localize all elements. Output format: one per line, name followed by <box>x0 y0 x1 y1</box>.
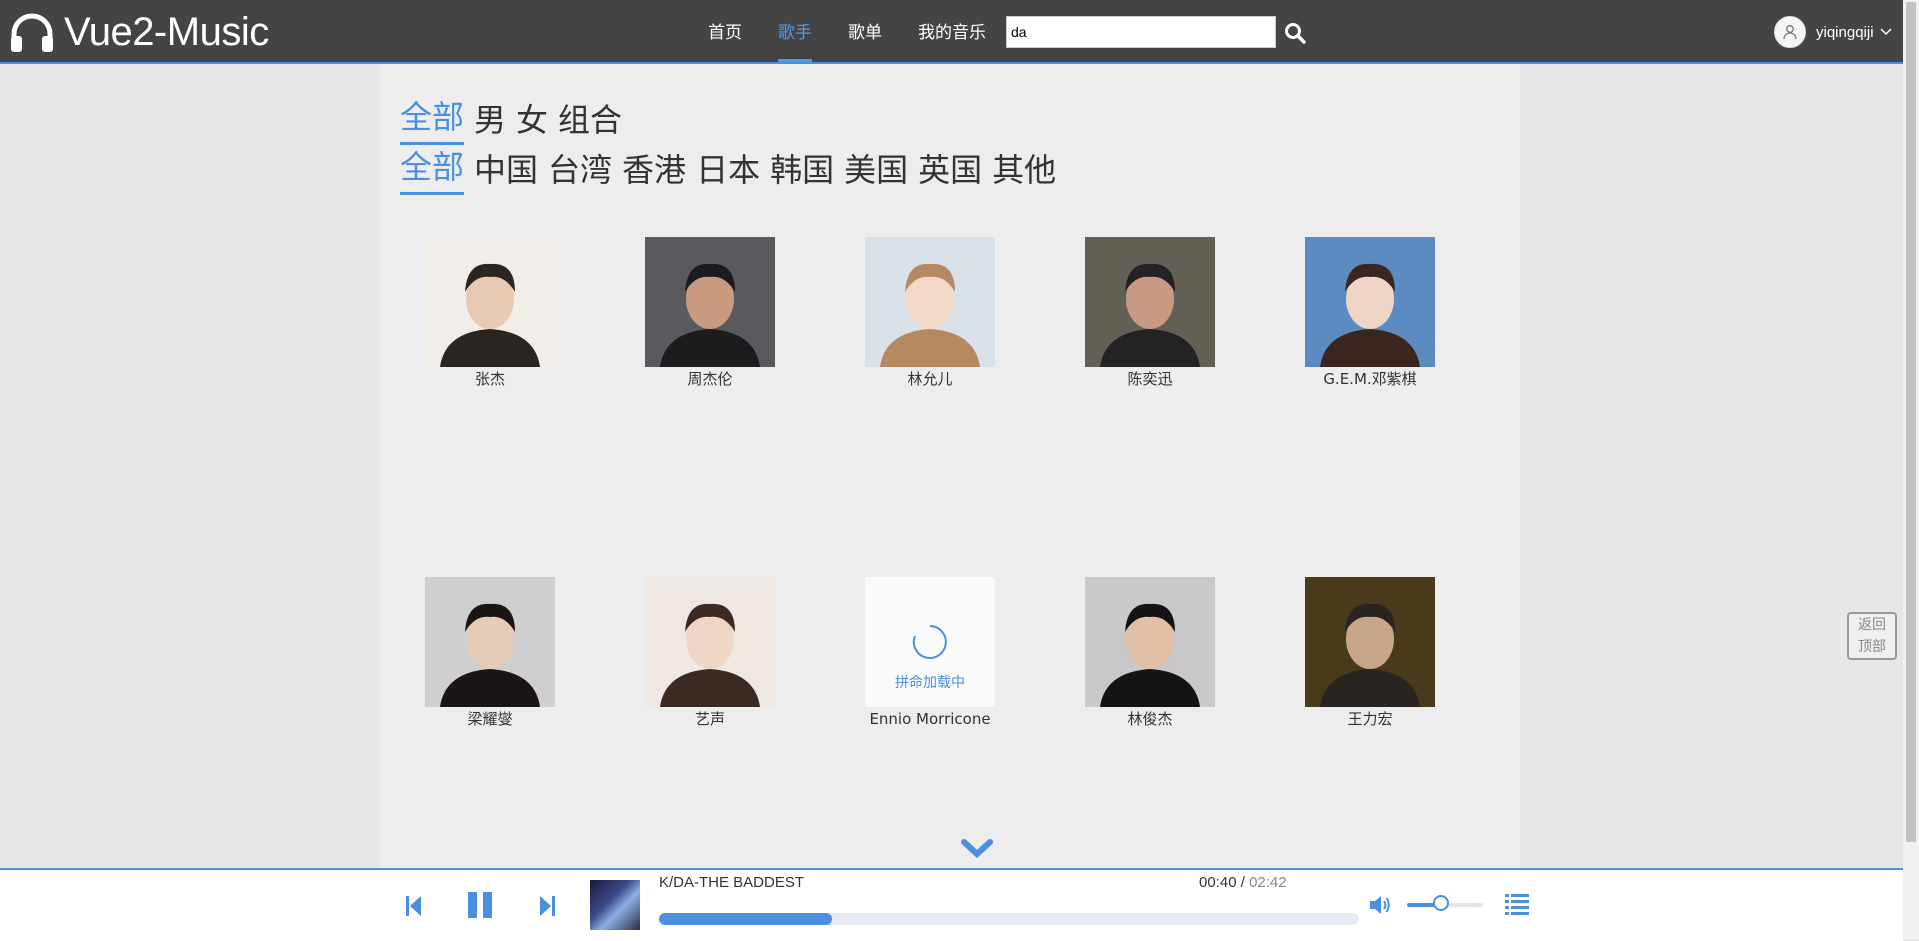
singer-card[interactable]: 陈奕迅 <box>1085 237 1215 389</box>
singer-photo[interactable] <box>645 237 775 367</box>
singer-photo[interactable] <box>1305 237 1435 367</box>
singer-page: 全部男女组合 全部 中国 台湾 香港 日本 韩国 美国 英国 其他 张杰 周杰伦 林允儿 陈奕迅 G.E… <box>380 64 1520 868</box>
singer-photo[interactable] <box>645 577 775 707</box>
current-time: 00:40 <box>1199 874 1237 891</box>
back-to-top-line1: 返回 <box>1858 617 1886 633</box>
volume-icon[interactable] <box>1368 894 1392 916</box>
gender-filter-item[interactable]: 女 <box>516 99 548 145</box>
singer-card[interactable]: 艺声 <box>645 577 775 729</box>
loading-text: 拼命加载中 <box>895 675 965 691</box>
singer-card[interactable]: G.E.M.邓紫棋 <box>1305 237 1435 389</box>
singer-name[interactable]: G.E.M.邓紫棋 <box>1305 369 1435 389</box>
region-filter-item[interactable]: 中国 <box>474 149 538 195</box>
chevron-down-icon[interactable] <box>960 838 994 860</box>
gender-filter: 全部男女组合 <box>400 96 632 145</box>
region-filter-item[interactable]: 其他 <box>992 149 1056 195</box>
singer-card[interactable]: 拼命加载中 Ennio Morricone <box>865 577 995 729</box>
track-title: K/DA-THE BADDEST <box>659 874 805 891</box>
singer-name[interactable]: Ennio Morricone <box>865 709 995 729</box>
singer-card[interactable]: 张杰 <box>425 237 555 389</box>
top-header: Vue2-Music 首页歌手歌单我的音乐 yiqingqiji <box>0 0 1903 64</box>
region-filter-item[interactable]: 香港 <box>622 149 686 195</box>
region-filter-item[interactable]: 韩国 <box>770 149 834 195</box>
logo[interactable]: Vue2-Music <box>8 10 269 54</box>
total-time: 02:42 <box>1249 874 1287 891</box>
pause-icon[interactable] <box>466 890 494 920</box>
singer-photo[interactable] <box>865 237 995 367</box>
time-display: 00:40 / 02:42 <box>1199 874 1287 891</box>
gender-filter-item[interactable]: 男 <box>474 99 506 145</box>
volume-knob[interactable] <box>1433 895 1450 911</box>
music-player: K/DA-THE BADDEST 00:40 / 02:42 <box>0 868 1903 941</box>
previous-track-icon[interactable] <box>404 894 424 918</box>
logo-text: Vue2-Music <box>64 10 269 54</box>
singer-photo[interactable] <box>1085 577 1215 707</box>
loading-placeholder: 拼命加载中 <box>865 577 995 707</box>
main-nav: 首页 歌手 歌单 我的音乐 <box>690 0 1004 62</box>
username: yiqingqiji <box>1816 23 1874 41</box>
back-to-top-line2: 顶部 <box>1858 639 1886 655</box>
volume-slider[interactable] <box>1407 895 1483 911</box>
singer-card[interactable]: 王力宏 <box>1305 577 1435 729</box>
nav-item-1[interactable]: 歌手 <box>760 0 830 62</box>
region-filter-item[interactable]: 美国 <box>844 149 908 195</box>
singer-card[interactable]: 林允儿 <box>865 237 995 389</box>
singer-card[interactable]: 梁耀燮 <box>425 577 555 729</box>
region-filter-item[interactable]: 日本 <box>696 149 760 195</box>
singer-name[interactable]: 陈奕迅 <box>1085 369 1215 389</box>
next-track-icon[interactable] <box>537 894 557 918</box>
avatar <box>1774 16 1806 48</box>
singer-name[interactable]: 林允儿 <box>865 369 995 389</box>
gender-filter-item[interactable]: 全部 <box>400 96 465 145</box>
search-input[interactable] <box>1006 16 1276 48</box>
singer-name[interactable]: 张杰 <box>425 369 555 389</box>
singer-photo[interactable] <box>1305 577 1435 707</box>
search-icon[interactable] <box>1284 22 1306 44</box>
loading-spinner-icon <box>912 625 947 659</box>
chevron-down-icon <box>1880 28 1892 36</box>
progress-bar[interactable] <box>659 913 1359 925</box>
singer-card[interactable]: 周杰伦 <box>645 237 775 389</box>
user-menu[interactable]: yiqingqiji <box>1774 16 1892 48</box>
region-filter-item[interactable]: 英国 <box>918 149 982 195</box>
singer-name[interactable]: 林俊杰 <box>1085 709 1215 729</box>
singer-name[interactable]: 艺声 <box>645 709 775 729</box>
album-cover[interactable] <box>590 880 640 930</box>
nav-item-3[interactable]: 我的音乐 <box>900 0 1004 62</box>
singer-photo[interactable] <box>425 237 555 367</box>
singer-name[interactable]: 周杰伦 <box>645 369 775 389</box>
progress-fill <box>659 913 832 925</box>
page-scrollbar[interactable] <box>1903 0 1919 939</box>
singer-photo[interactable] <box>1085 237 1215 367</box>
playlist-icon[interactable] <box>1504 892 1530 916</box>
scrollbar-thumb[interactable] <box>1906 2 1916 842</box>
singer-name[interactable]: 梁耀燮 <box>425 709 555 729</box>
region-filter-item[interactable]: 台湾 <box>548 149 612 195</box>
nav-item-0[interactable]: 首页 <box>690 0 760 62</box>
region-filter-item[interactable]: 全部 <box>400 146 465 195</box>
nav-item-2[interactable]: 歌单 <box>830 0 900 62</box>
singer-card[interactable]: 林俊杰 <box>1085 577 1215 729</box>
gender-filter-item[interactable]: 组合 <box>558 99 622 145</box>
time-separator: / <box>1236 874 1250 891</box>
singer-name[interactable]: 王力宏 <box>1305 709 1435 729</box>
headphones-icon <box>11 13 53 52</box>
user-icon <box>1783 25 1797 40</box>
back-to-top-button[interactable]: 返回 顶部 <box>1847 612 1897 660</box>
region-filter: 全部 中国 台湾 香港 日本 韩国 美国 英国 其他 <box>400 146 1066 195</box>
singer-photo[interactable] <box>425 577 555 707</box>
